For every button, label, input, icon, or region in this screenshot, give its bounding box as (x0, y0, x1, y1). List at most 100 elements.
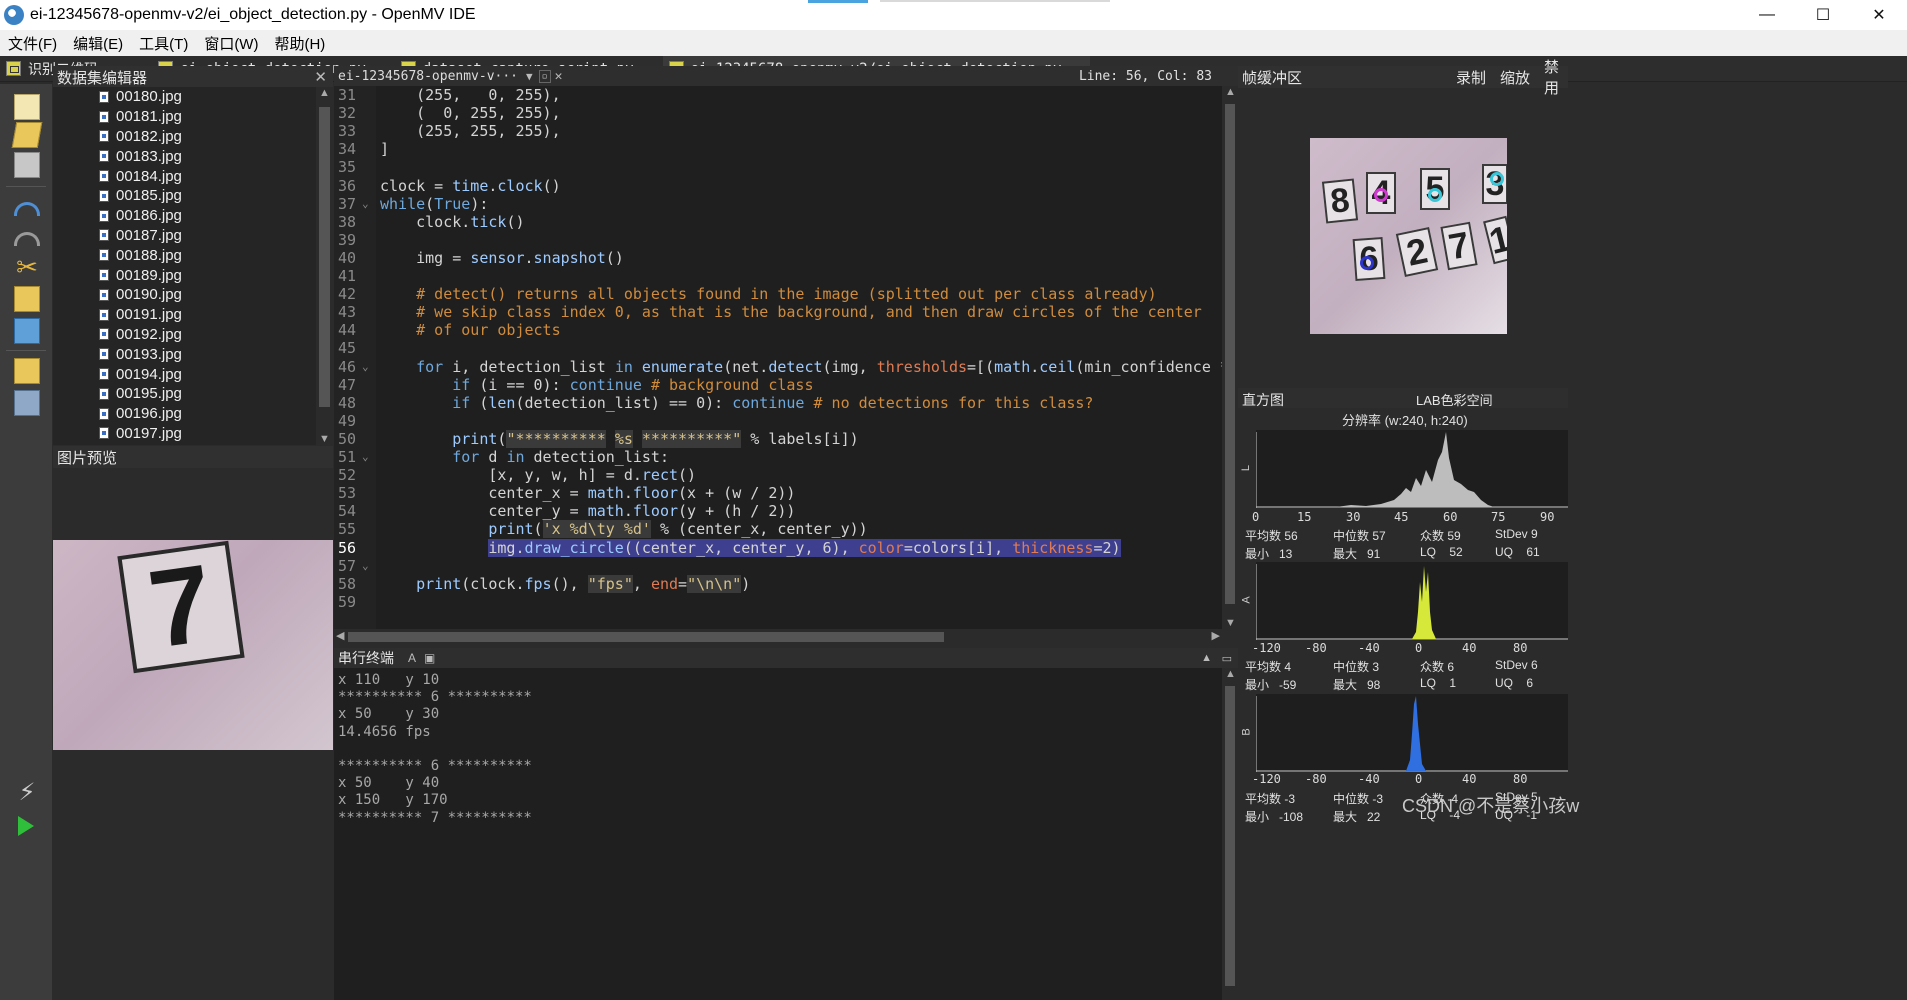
colorspace-selector[interactable]: LAB色彩空间 (1416, 390, 1493, 409)
disable-button[interactable]: 禁用 (1544, 56, 1568, 98)
scroll-down-icon[interactable]: ▼ (319, 433, 330, 445)
save-icon[interactable] (14, 152, 40, 178)
scroll-up-icon[interactable]: ▲ (1225, 668, 1236, 680)
dataset-file-item[interactable]: 00196.jpg (53, 404, 333, 424)
scroll-thumb[interactable] (1225, 686, 1235, 986)
fold-marker-icon[interactable]: ⌄ (362, 360, 369, 373)
terminal-line: ********** 7 ********** (338, 809, 532, 826)
fold-marker-icon[interactable]: ⌄ (362, 197, 369, 210)
minimize-button[interactable]: — (1739, 0, 1795, 30)
preview-panel-title: 图片预览 (57, 449, 118, 467)
open-folder-icon[interactable] (11, 122, 43, 148)
close-editor-icon[interactable]: ✕ (555, 69, 563, 84)
dataset-file-item[interactable]: 00192.jpg (53, 325, 333, 345)
terminal-scrollbar[interactable]: ▲ (1222, 668, 1238, 1000)
close-button[interactable]: ✕ (1851, 0, 1907, 30)
maximize-button[interactable]: ☐ (1795, 0, 1851, 30)
dataset-file-item[interactable]: 00187.jpg (53, 226, 333, 246)
line-number: 53 (338, 484, 357, 503)
image-file-icon (99, 130, 109, 143)
file-selector[interactable]: ei-12345678-openmv-v··· (334, 69, 518, 84)
editor-vscrollbar[interactable]: ▲ ▼ (1222, 86, 1238, 629)
stat-value: 中位数 57 (1333, 529, 1386, 543)
image-file-icon (99, 288, 109, 301)
zoom-button[interactable]: 缩放 (1500, 67, 1530, 88)
dataset-file-item[interactable]: 00190.jpg (53, 285, 333, 305)
collapse-icon[interactable]: ▲ (1201, 652, 1212, 664)
line-number: 33 (338, 122, 357, 141)
dataset-file-item[interactable]: 00183.jpg (53, 146, 333, 166)
histogram-a-plot (1256, 564, 1568, 640)
menu-window[interactable]: 窗口(W) (196, 33, 266, 54)
line-number: 56 (338, 538, 357, 557)
stat-value: LQ 1 (1420, 676, 1457, 690)
font-icon[interactable]: A (408, 651, 416, 665)
histogram-l (1256, 430, 1568, 508)
serial-terminal[interactable]: x 110 y 10 ********** 6 ********** x 50 y … (334, 668, 1222, 1000)
dataset-file-item[interactable]: 00188.jpg (53, 245, 333, 265)
dataset-file-item[interactable]: 00185.jpg (53, 186, 333, 206)
scroll-thumb[interactable] (348, 632, 944, 642)
dataset-file-item[interactable]: 00194.jpg (53, 364, 333, 384)
channel-b-label: B (1240, 728, 1253, 736)
run-icon[interactable] (18, 816, 34, 836)
scroll-up-icon[interactable]: ▲ (319, 87, 330, 99)
dataset-file-item[interactable]: 00184.jpg (53, 166, 333, 186)
connect-icon[interactable]: ⚡ (14, 780, 40, 806)
menu-file[interactable]: 文件(F) (0, 33, 65, 54)
fold-marker-icon[interactable]: ⌄ (362, 450, 369, 463)
cut-icon[interactable]: ✂ (14, 254, 40, 280)
dataset-file-item[interactable]: 00186.jpg (53, 206, 333, 226)
save-log-icon[interactable]: ▣ (424, 651, 435, 665)
axis-tick: -80 (1305, 772, 1327, 786)
line-number: 48 (338, 393, 357, 412)
frame-capture-icon[interactable] (14, 390, 40, 416)
code-line: (255, 0, 255), (380, 86, 561, 104)
image-file-icon (99, 427, 109, 440)
scroll-down-icon[interactable]: ▼ (1225, 617, 1236, 629)
dataset-file-item[interactable]: 00189.jpg (53, 265, 333, 285)
redo-icon[interactable] (14, 232, 40, 246)
record-button[interactable]: 录制 (1456, 67, 1486, 88)
axis-tick: -80 (1305, 641, 1327, 655)
dataset-file-item[interactable]: 00182.jpg (53, 127, 333, 147)
chevron-down-icon[interactable]: ▼ (526, 70, 533, 83)
menu-tools[interactable]: 工具(T) (131, 33, 196, 54)
dataset-file-item[interactable]: 00195.jpg (53, 384, 333, 404)
dataset-file-item[interactable]: 00181.jpg (53, 107, 333, 127)
dataset-file-item[interactable]: 00180.jpg (53, 87, 333, 107)
resolution-label: 分辨率 (w:240, h:240) (1342, 413, 1468, 428)
title-accent (808, 0, 868, 3)
scroll-thumb[interactable] (1225, 104, 1235, 604)
dataset-file-item[interactable]: 00193.jpg (53, 344, 333, 364)
file-list-scrollbar[interactable]: ▲ ▼ (316, 87, 333, 445)
copy-icon[interactable] (14, 286, 40, 312)
download-icon[interactable] (14, 358, 40, 384)
scroll-up-icon[interactable]: ▲ (1225, 86, 1236, 98)
new-file-icon[interactable] (14, 94, 40, 120)
editor-hscrollbar[interactable]: ◀ ▶ (334, 629, 1222, 645)
undo-icon[interactable] (14, 202, 40, 216)
stat-value: 平均数 56 (1245, 529, 1298, 543)
code-editor[interactable]: 31 32 33 34 35 36 37 ⌄ 38 39 40 41 42 43 44 45 46 ⌄ 47 48 49… (334, 86, 1222, 629)
code-line: (255, 255, 255), (380, 122, 561, 141)
scroll-right-icon[interactable]: ▶ (1212, 629, 1220, 642)
paste-icon[interactable] (14, 318, 40, 344)
split-icon[interactable]: ▫ (538, 69, 551, 83)
dataset-file-item[interactable]: 00191.jpg (53, 305, 333, 325)
fold-marker-icon[interactable]: ⌄ (362, 559, 369, 572)
stat-value: 最大 98 (1333, 678, 1381, 692)
menu-bar: 文件(F) 编辑(E) 工具(T) 窗口(W) 帮助(H) (0, 30, 1907, 56)
stat-value: 最小 -59 (1245, 678, 1297, 692)
file-name: 00195.jpg (116, 385, 182, 403)
float-panel-icon[interactable]: ▭ (1222, 652, 1232, 665)
dataset-file-item[interactable]: 00197.jpg (53, 424, 333, 444)
scroll-left-icon[interactable]: ◀ (336, 629, 344, 642)
code-line: while(True): (380, 194, 489, 213)
menu-edit[interactable]: 编辑(E) (65, 33, 131, 54)
close-panel-icon[interactable]: ✕ (314, 68, 327, 86)
frame-buffer-title: 帧缓冲区 (1242, 69, 1303, 87)
line-gutter: 31 32 33 34 35 36 37 ⌄ 38 39 40 41 42 43 44 45 46 ⌄ 47 48 49… (334, 86, 376, 629)
menu-help[interactable]: 帮助(H) (266, 33, 333, 54)
scroll-thumb[interactable] (319, 107, 330, 407)
